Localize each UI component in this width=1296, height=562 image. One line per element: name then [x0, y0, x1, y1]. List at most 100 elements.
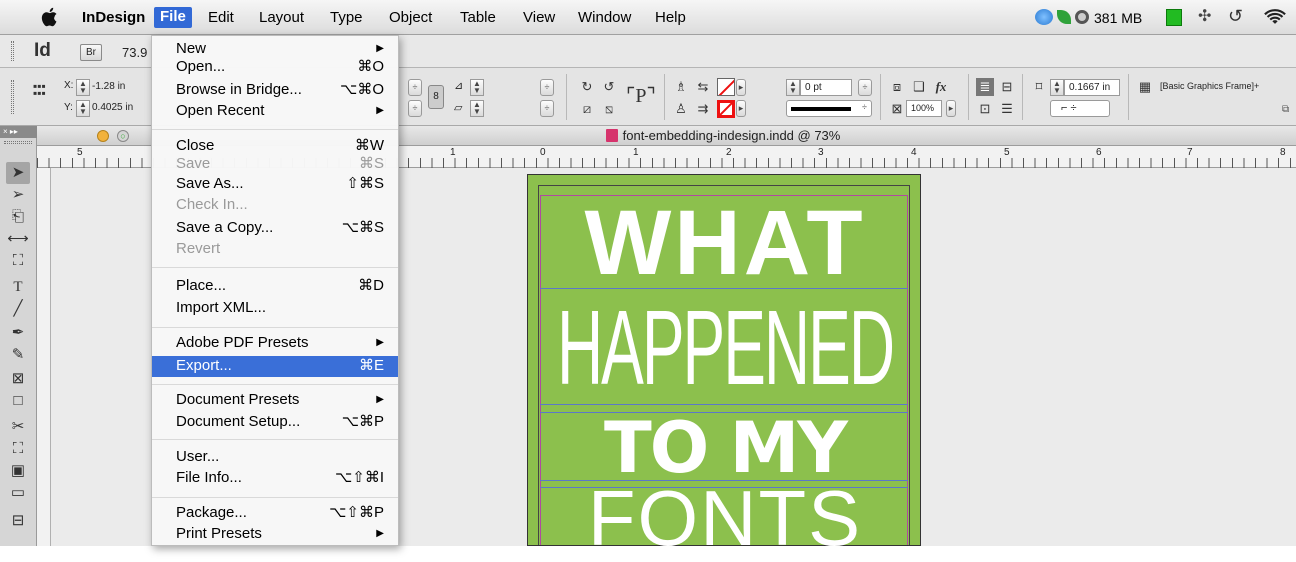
pen-tool-icon[interactable]: ✒ [6, 322, 30, 344]
menu-item-print-presets[interactable]: Print Presets ▶ [152, 524, 398, 544]
leaf-icon[interactable] [1057, 10, 1071, 24]
menu-type[interactable]: Type [330, 9, 363, 27]
x-field[interactable]: -1.28 in [92, 81, 125, 92]
menu-item-user[interactable]: User... [152, 447, 398, 467]
align-distribute-icon[interactable]: ☰ [998, 100, 1016, 118]
wifi-icon[interactable] [1264, 9, 1286, 26]
align-center-icon[interactable]: ⊟ [998, 78, 1016, 96]
menu-item-import-xml[interactable]: Import XML... [152, 298, 398, 318]
apple-icon[interactable] [40, 6, 60, 28]
menu-window[interactable]: Window [578, 9, 631, 27]
width-stepper[interactable]: ▲ ▼ [1050, 79, 1064, 96]
menu-item-browse-in-bridge[interactable]: Browse in Bridge... ⌥⌘O [152, 80, 398, 100]
menu-item-adobe-pdf-presets[interactable]: Adobe PDF Presets ▶ [152, 333, 398, 353]
align-left-icon[interactable]: ≣ [976, 78, 994, 96]
gap-tool-icon[interactable]: ⟷ [6, 228, 30, 250]
flip-v-icon[interactable]: ⧅ [600, 100, 618, 118]
battery-icon[interactable] [1166, 9, 1182, 26]
menu-item-open-recent[interactable]: Open Recent ▶ [152, 101, 398, 121]
stroke-weight-stepper[interactable]: ▲ ▼ [786, 79, 800, 96]
grip-handle[interactable] [11, 41, 14, 61]
corner-shape-dropdown[interactable]: ⌐ ÷ [1050, 100, 1110, 117]
reference-point-icon[interactable]: ▪▪▪ ▪▪▪ [33, 80, 48, 99]
memory-usage[interactable]: 381 MB [1094, 9, 1142, 27]
content-collector-icon[interactable]: ⛶ [6, 250, 30, 272]
drop-shadow-icon[interactable]: ❑ [910, 78, 928, 96]
shear-stepper[interactable]: ▲ ▼ [470, 100, 484, 117]
move-icon[interactable]: ✣ [1198, 6, 1211, 28]
menu-item-document-setup[interactable]: Document Setup... ⌥⌘P [152, 412, 398, 432]
stroke-dropdown[interactable]: ▸ [736, 100, 746, 117]
fx-icon[interactable]: fx [932, 78, 950, 96]
app-menu-indesign[interactable]: InDesign [82, 9, 145, 27]
grip-handle[interactable] [11, 80, 14, 114]
fill-dropdown[interactable]: ▸ [736, 79, 746, 96]
shear-dropdown[interactable]: ÷ [540, 100, 554, 117]
free-transform-tool-icon[interactable]: ⛶ [6, 438, 30, 460]
stroke-weight-field[interactable]: 0 pt [800, 79, 852, 96]
gradient-feather-tool-icon[interactable]: ▭ [6, 482, 30, 504]
opacity-dropdown[interactable]: ▸ [946, 100, 956, 117]
rotate-dropdown[interactable]: ÷ [540, 79, 554, 96]
stroke-weight-dropdown[interactable]: ÷ [858, 79, 872, 96]
flip-h-icon[interactable]: ⧄ [578, 100, 596, 118]
type-tool-icon[interactable]: T [6, 276, 30, 298]
width-field[interactable]: 0.1667 in [1064, 79, 1120, 96]
selection-tool-icon[interactable]: ➤ [6, 162, 30, 184]
zoom-level[interactable]: 73.9 [122, 45, 147, 60]
gradient-swatch-tool-icon[interactable]: ▣ [6, 460, 30, 482]
panel-menu-icon[interactable]: ⧉ [1282, 104, 1289, 115]
menu-item-check-in[interactable]: Check In... [152, 195, 398, 215]
scissors-tool-icon[interactable]: ✂ [6, 416, 30, 438]
menu-item-open[interactable]: Open... ⌘O [152, 57, 398, 77]
menu-layout[interactable]: Layout [259, 9, 304, 27]
menu-help[interactable]: Help [655, 9, 686, 27]
menu-view[interactable]: View [523, 9, 555, 27]
menu-item-close[interactable]: Close ⌘W [152, 136, 398, 156]
menu-item-export[interactable]: Export... ⌘E [152, 356, 398, 377]
x-stepper[interactable]: ▲ ▼ [76, 79, 90, 96]
vertical-ruler[interactable] [37, 168, 51, 546]
menu-item-save-a-copy[interactable]: Save a Copy... ⌥⌘S [152, 218, 398, 238]
line-tool-icon[interactable]: ╱ [6, 298, 30, 320]
menu-item-file-info[interactable]: File Info... ⌥⇧⌘I [152, 468, 398, 488]
rectangle-tool-icon[interactable]: □ [6, 390, 30, 412]
menu-item-revert[interactable]: Revert [152, 239, 398, 259]
direct-selection-tool-icon[interactable]: ➢ [6, 184, 30, 206]
object-style-dropdown[interactable]: [Basic Graphics Frame]+ [1160, 81, 1259, 91]
constrain-proportions-icon[interactable]: 8 [428, 85, 444, 109]
menu-item-place[interactable]: Place... ⌘D [152, 276, 398, 296]
time-machine-icon[interactable]: ↺ [1228, 5, 1243, 27]
select-container-icon[interactable]: ♗ [672, 78, 690, 96]
y-stepper[interactable]: ▲ ▼ [76, 100, 90, 117]
fill-swatch[interactable] [717, 78, 735, 96]
menu-item-document-presets[interactable]: Document Presets ▶ [152, 390, 398, 410]
stroke-type-dropdown[interactable]: ÷ [786, 100, 872, 117]
page-tool-icon[interactable]: ⎗ [6, 206, 30, 228]
menu-item-save-as[interactable]: Save As... ⇧⌘S [152, 174, 398, 194]
select-content-icon[interactable]: ♙ [672, 100, 690, 118]
scale-x-dropdown[interactable]: ÷ [408, 79, 422, 96]
y-field[interactable]: 0.4025 in [92, 102, 133, 113]
opacity-field[interactable]: 100% [906, 100, 942, 117]
document-page[interactable]: WHAT HAPPENED TO MY FONTS [527, 174, 921, 557]
menu-object[interactable]: Object [389, 9, 432, 27]
rotate-stepper[interactable]: ▲ ▼ [470, 79, 484, 96]
menu-item-save[interactable]: Save ⌘S [152, 154, 398, 174]
bridge-button[interactable]: Br [80, 44, 102, 61]
frame-fitting-icon[interactable]: ⌑ [1030, 78, 1048, 96]
menu-item-package[interactable]: Package... ⌥⇧⌘P [152, 503, 398, 523]
panel-grip[interactable] [4, 141, 32, 144]
menu-table[interactable]: Table [460, 9, 496, 27]
align-bottom-icon[interactable]: ⊡ [976, 100, 994, 118]
menu-file[interactable]: File [154, 7, 192, 28]
menu-item-new[interactable]: New ▶ [152, 39, 398, 59]
sync-icon[interactable] [1035, 9, 1053, 25]
rotate-ccw-icon[interactable]: ↺ [600, 78, 618, 96]
panel-tab[interactable]: × ▸▸ [0, 126, 37, 138]
object-style-icon[interactable]: ▦ [1136, 78, 1154, 96]
select-next-icon[interactable]: ⇉ [694, 100, 712, 118]
pencil-tool-icon[interactable]: ✎ [6, 344, 30, 366]
gauge-icon[interactable] [1075, 10, 1089, 24]
text-wrap-icon[interactable]: ⧈ [888, 78, 906, 96]
